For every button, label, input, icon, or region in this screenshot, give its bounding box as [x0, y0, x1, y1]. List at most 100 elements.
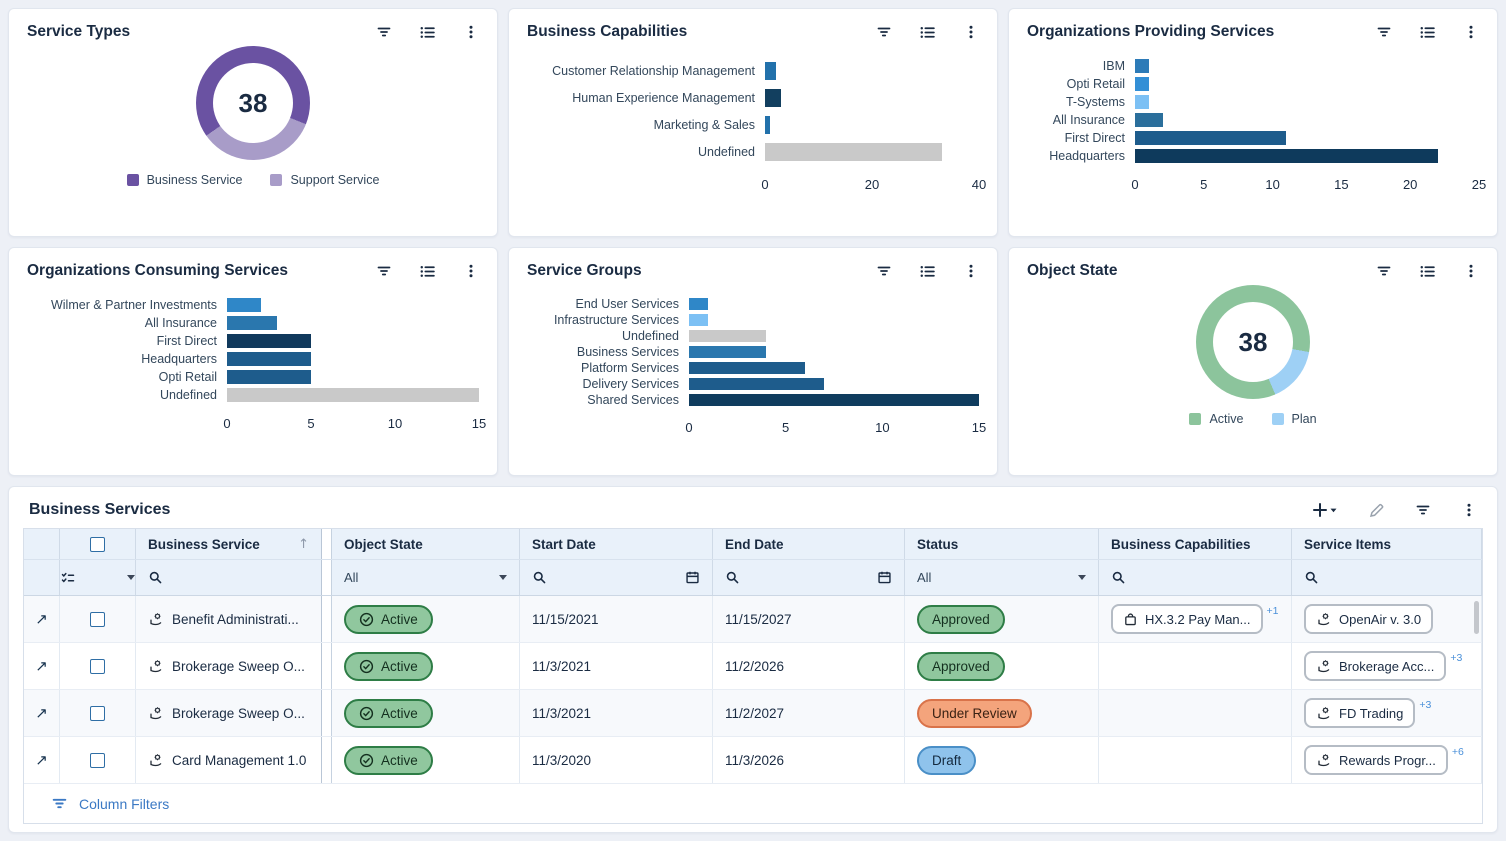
column-header-object-state[interactable]: Object State [332, 529, 520, 559]
bar[interactable] [689, 394, 979, 406]
bar[interactable] [227, 352, 311, 366]
filter-icon[interactable] [376, 24, 392, 40]
list-icon[interactable] [1419, 24, 1436, 41]
calendar-icon[interactable] [685, 570, 700, 585]
row-checkbox[interactable] [90, 659, 105, 674]
bar[interactable] [1135, 113, 1163, 127]
filter-icon[interactable] [376, 263, 392, 279]
calendar-icon[interactable] [877, 570, 892, 585]
bar[interactable] [227, 298, 261, 312]
kebab-icon[interactable] [1463, 263, 1479, 279]
list-icon[interactable] [419, 263, 436, 280]
filter-icon[interactable] [1376, 263, 1392, 279]
bar[interactable] [227, 388, 479, 402]
filter-business-service[interactable] [136, 560, 322, 595]
more-count[interactable]: +6 [1452, 746, 1464, 758]
filter-business-capabilities[interactable] [1099, 560, 1292, 595]
selection-filter-cell[interactable] [60, 560, 136, 595]
kebab-icon[interactable] [463, 263, 479, 279]
business-service-cell[interactable]: Card Management 1.0 [136, 737, 322, 783]
service-item-chip[interactable]: OpenAir v. 3.0 [1304, 604, 1433, 634]
bar[interactable] [689, 314, 708, 326]
legend-item-support-service[interactable]: Support Service [270, 173, 379, 187]
bar[interactable] [1135, 77, 1149, 91]
more-count[interactable]: +3 [1419, 699, 1431, 711]
row-checkbox[interactable] [90, 753, 105, 768]
service-item-chip[interactable]: Brokerage Acc... [1304, 651, 1446, 681]
sort-asc-icon[interactable]: ↑ [298, 537, 309, 552]
open-icon[interactable]: ↗ [35, 751, 48, 769]
capability-chip[interactable]: HX.3.2 Pay Man... [1111, 604, 1263, 634]
legend-item-active[interactable]: Active [1189, 412, 1243, 426]
list-icon[interactable] [919, 24, 936, 41]
business-service-cell[interactable]: Benefit Administrati... [136, 596, 322, 642]
row-checkbox[interactable] [90, 612, 105, 627]
filter-status[interactable]: All [905, 560, 1099, 595]
bar[interactable] [227, 334, 311, 348]
donut-chart[interactable]: 38 [1196, 285, 1310, 399]
vertical-scrollbar[interactable] [1474, 601, 1479, 634]
filter-icon[interactable] [876, 263, 892, 279]
kebab-icon[interactable] [463, 24, 479, 40]
bar[interactable] [765, 62, 776, 80]
filter-object-state[interactable]: All [332, 560, 520, 595]
list-icon[interactable] [1419, 263, 1436, 280]
business-service-name[interactable]: Card Management 1.0 [172, 753, 306, 768]
bar[interactable] [227, 370, 311, 384]
filter-end-date[interactable] [713, 560, 905, 595]
bar[interactable] [1135, 149, 1438, 163]
bar[interactable] [765, 116, 770, 134]
chevron-down-icon[interactable] [499, 575, 507, 580]
business-service-name[interactable]: Benefit Administrati... [172, 612, 299, 627]
column-filters-link[interactable]: Column Filters [79, 796, 169, 812]
column-header-business-capabilities[interactable]: Business Capabilities [1099, 529, 1292, 559]
business-service-name[interactable]: Brokerage Sweep O... [172, 659, 305, 674]
more-count[interactable]: +3 [1450, 652, 1462, 664]
kebab-icon[interactable] [963, 263, 979, 279]
column-header-business-service[interactable]: Business Service↑ [136, 529, 322, 559]
filter-icon[interactable] [876, 24, 892, 40]
chevron-down-icon[interactable] [1078, 575, 1086, 580]
bar[interactable] [765, 143, 942, 161]
open-icon[interactable]: ↗ [35, 610, 48, 628]
edit-icon[interactable] [1368, 502, 1385, 519]
column-header-end-date[interactable]: End Date [713, 529, 905, 559]
bar[interactable] [689, 362, 805, 374]
service-item-chip[interactable]: FD Trading [1304, 698, 1415, 728]
bar[interactable] [1135, 131, 1286, 145]
bar[interactable] [1135, 59, 1149, 73]
donut-chart[interactable]: 38 [196, 46, 310, 160]
kebab-icon[interactable] [1463, 24, 1479, 40]
kebab-icon[interactable] [1461, 502, 1477, 518]
column-header-status[interactable]: Status [905, 529, 1099, 559]
add-icon[interactable] [1312, 502, 1338, 518]
more-count[interactable]: +1 [1267, 605, 1279, 617]
legend-item-business-service[interactable]: Business Service [127, 173, 243, 187]
bar[interactable] [689, 346, 766, 358]
open-icon[interactable]: ↗ [35, 704, 48, 722]
chevron-down-icon[interactable] [127, 575, 135, 580]
bar[interactable] [689, 298, 708, 310]
filter-icon[interactable] [1415, 502, 1431, 518]
column-header-service-items[interactable]: Service Items [1292, 529, 1482, 559]
bar[interactable] [689, 330, 766, 342]
open-icon[interactable]: ↗ [35, 657, 48, 675]
row-checkbox[interactable] [90, 706, 105, 721]
column-header-start-date[interactable]: Start Date [520, 529, 713, 559]
list-icon[interactable] [919, 263, 936, 280]
business-service-cell[interactable]: Brokerage Sweep O... [136, 643, 322, 689]
filter-service-items[interactable] [1292, 560, 1482, 595]
list-icon[interactable] [419, 24, 436, 41]
filter-icon[interactable] [1376, 24, 1392, 40]
bar[interactable] [765, 89, 781, 107]
business-service-cell[interactable]: Brokerage Sweep O... [136, 690, 322, 736]
kebab-icon[interactable] [963, 24, 979, 40]
legend-item-plan[interactable]: Plan [1272, 412, 1317, 426]
bar[interactable] [689, 378, 824, 390]
select-all-checkbox[interactable] [90, 537, 105, 552]
business-service-name[interactable]: Brokerage Sweep O... [172, 706, 305, 721]
bar[interactable] [227, 316, 277, 330]
bar[interactable] [1135, 95, 1149, 109]
service-item-chip[interactable]: Rewards Progr... [1304, 745, 1448, 775]
filter-start-date[interactable] [520, 560, 713, 595]
